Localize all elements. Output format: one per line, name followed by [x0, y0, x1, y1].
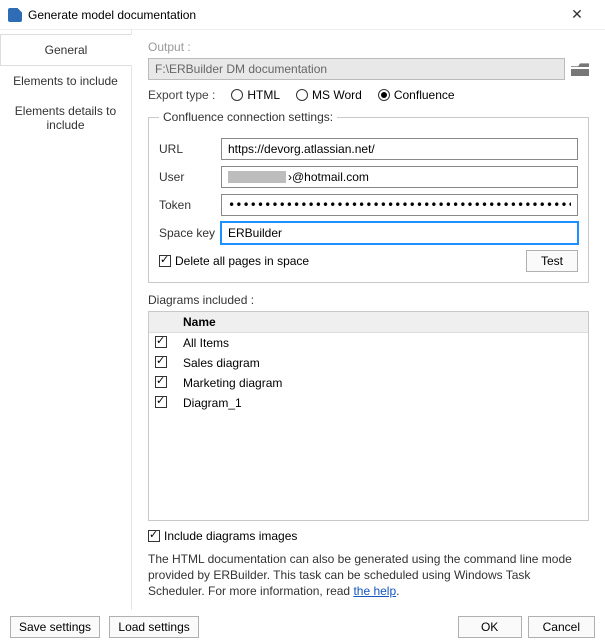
radio-icon — [296, 89, 308, 101]
title-bar: Generate model documentation ✕ — [0, 0, 605, 30]
token-label: Token — [159, 198, 221, 212]
spacekey-label: Space key — [159, 226, 221, 240]
spacekey-input[interactable] — [221, 222, 578, 244]
radio-icon — [231, 89, 243, 101]
save-settings-button[interactable]: Save settings — [10, 616, 100, 638]
footer-bar: Save settings Load settings OK Cancel — [0, 610, 605, 644]
export-type-label: Export type : — [148, 88, 215, 102]
radio-msword[interactable]: MS Word — [296, 88, 362, 102]
folder-icon[interactable] — [571, 62, 589, 76]
table-row[interactable]: Marketing diagram — [149, 373, 588, 393]
diagrams-label: Diagrams included : — [148, 293, 589, 307]
tab-general[interactable]: General — [0, 34, 132, 66]
window-title: Generate model documentation — [28, 8, 557, 22]
user-input[interactable]: ›@hotmail.com — [221, 166, 578, 188]
help-link[interactable]: the help — [353, 584, 396, 598]
checkbox-icon[interactable] — [155, 376, 167, 388]
radio-html[interactable]: HTML — [231, 88, 280, 102]
radio-confluence[interactable]: Confluence — [378, 88, 455, 102]
tab-elements-details[interactable]: Elements details to include — [0, 96, 131, 140]
url-input[interactable] — [221, 138, 578, 160]
table-row[interactable]: All Items — [149, 333, 588, 353]
grid-col-name: Name — [177, 312, 588, 332]
include-images-checkbox[interactable]: Include diagrams images — [148, 529, 297, 543]
radio-icon — [378, 89, 390, 101]
grid-header: Name — [149, 312, 588, 333]
checkbox-icon[interactable] — [155, 396, 167, 408]
output-label: Output : — [148, 40, 589, 54]
delete-pages-checkbox[interactable]: Delete all pages in space — [159, 254, 309, 268]
url-label: URL — [159, 142, 221, 156]
content-area: Output : Export type : HTML MS Word Conf… — [132, 30, 605, 610]
confluence-legend: Confluence connection settings: — [159, 110, 337, 124]
table-row[interactable]: Sales diagram — [149, 353, 588, 373]
confluence-settings-group: Confluence connection settings: URL User… — [148, 110, 589, 283]
output-path-input[interactable] — [148, 58, 565, 80]
user-label: User — [159, 170, 221, 184]
help-text: The HTML documentation can also be gener… — [148, 551, 589, 600]
test-button[interactable]: Test — [526, 250, 578, 272]
checkbox-icon — [148, 530, 160, 542]
side-tabs: General Elements to include Elements det… — [0, 30, 132, 610]
diagrams-grid[interactable]: Name All Items Sales diagram Marketing d… — [148, 311, 589, 521]
token-input[interactable] — [221, 194, 578, 216]
tab-elements[interactable]: Elements to include — [0, 66, 131, 96]
table-row[interactable]: Diagram_1 — [149, 393, 588, 413]
redacted-block — [228, 171, 286, 183]
ok-button[interactable]: OK — [458, 616, 522, 638]
checkbox-icon[interactable] — [155, 336, 167, 348]
app-icon — [8, 8, 22, 22]
checkbox-icon[interactable] — [155, 356, 167, 368]
checkbox-icon — [159, 255, 171, 267]
close-icon[interactable]: ✕ — [557, 6, 597, 23]
cancel-button[interactable]: Cancel — [528, 616, 595, 638]
load-settings-button[interactable]: Load settings — [109, 616, 198, 638]
